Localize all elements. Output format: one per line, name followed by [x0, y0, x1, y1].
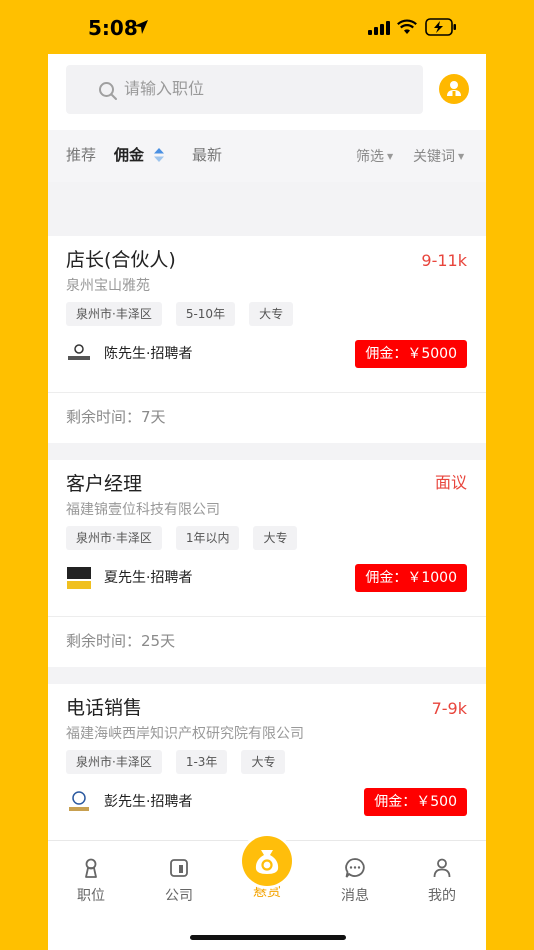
tag-experience: 5-10年: [175, 302, 236, 326]
company-name: 福建锦壹位科技有限公司: [66, 502, 220, 518]
caret-down-icon: ▼: [458, 152, 465, 161]
tab-commission[interactable]: 佣金: [114, 145, 144, 165]
job-title: 客户经理: [66, 473, 143, 495]
status-bar: 5:08: [0, 0, 534, 54]
job-title: 店长(合伙人): [66, 249, 176, 271]
avatar[interactable]: [439, 74, 469, 104]
tag-list: 泉州市·丰泽区 5-10年 大专: [66, 302, 307, 326]
remaining-time: 剩余时间：7天: [66, 408, 166, 426]
person-badge-icon: [85, 858, 97, 878]
tag-education: 大专: [249, 302, 294, 326]
sort-icon[interactable]: [153, 147, 165, 163]
commission-badge: 佣金：￥5000: [355, 340, 467, 368]
tab-latest[interactable]: 最新: [192, 145, 222, 165]
battery-charging-icon: [425, 18, 456, 36]
tab-label: 消息: [341, 888, 369, 904]
home-indicator: [190, 935, 346, 940]
app-content: 请输入职位 推荐 佣金 最新 筛选 ▼ 关键词 ▼ 店长(合伙人) 9-11k 泉州…: [48, 54, 486, 950]
header: 请输入职位: [48, 54, 486, 130]
tag-location: 泉州市·丰泽区: [66, 302, 162, 326]
job-card[interactable]: 客户经理 面议 福建锦壹位科技有限公司 泉州市·丰泽区 1年以内 大专 夏先生·…: [48, 460, 486, 616]
remaining-time: 剩余时间：25天: [66, 632, 176, 650]
user-group-icon: [447, 81, 461, 96]
tag-location: 泉州市·丰泽区: [66, 526, 162, 550]
company-name: 泉州宝山雅苑: [66, 278, 150, 294]
commission-badge: 佣金：￥500: [364, 788, 467, 816]
tab-label: 职位: [77, 888, 105, 904]
company-logo: [67, 567, 91, 589]
company-logo: [69, 791, 89, 811]
job-card[interactable]: 电话销售 7-9k 福建海峡西岸知识产权研究院有限公司 泉州市·丰泽区 1-3年…: [48, 684, 486, 840]
tag-education: 大专: [241, 750, 286, 774]
job-title: 电话销售: [66, 697, 143, 719]
filter-dropdown[interactable]: 筛选 ▼: [356, 147, 393, 167]
recruiter-name: 陈先生·招聘者: [104, 346, 193, 362]
remaining-time-row: 剩余时间：7天: [48, 392, 486, 443]
signal-icon: [368, 21, 390, 35]
tab-jobs[interactable]: 职位: [61, 857, 121, 905]
status-time: 5:08: [88, 16, 138, 40]
tab-company[interactable]: 公司: [149, 857, 209, 905]
keyword-dropdown-label: 关键词: [413, 149, 455, 165]
keyword-dropdown[interactable]: 关键词 ▼: [413, 147, 464, 167]
company-icon: [170, 859, 188, 877]
tab-label: 我的: [428, 888, 456, 904]
recruiter-name: 夏先生·招聘者: [104, 570, 193, 586]
tag-education: 大专: [253, 526, 298, 550]
reward-button[interactable]: [242, 836, 292, 886]
tag-experience: 1-3年: [175, 750, 228, 774]
wifi-icon: [397, 19, 417, 34]
company-logo: [68, 344, 90, 360]
person-icon: [433, 858, 451, 878]
location-arrow-icon: [134, 20, 148, 34]
tag-list: 泉州市·丰泽区 1年以内 大专: [66, 526, 311, 550]
job-card[interactable]: 店长(合伙人) 9-11k 泉州宝山雅苑 泉州市·丰泽区 5-10年 大专 陈先…: [48, 236, 486, 392]
tab-recommend[interactable]: 推荐: [66, 145, 96, 165]
recruiter-name: 彭先生·招聘者: [104, 794, 193, 810]
tag-experience: 1年以内: [175, 526, 240, 550]
salary: 面议: [434, 473, 467, 492]
salary: 7-9k: [431, 699, 467, 718]
chat-bubble-icon: [345, 858, 365, 878]
filter-bar: 推荐 佣金 最新 筛选 ▼ 关键词 ▼: [48, 130, 486, 182]
tab-messages[interactable]: 消息: [325, 857, 385, 905]
search-icon: [99, 82, 117, 100]
caret-down-icon: ▼: [387, 152, 394, 161]
tab-label: 公司: [165, 888, 193, 904]
search-input[interactable]: 请输入职位: [66, 65, 423, 114]
company-name: 福建海峡西岸知识产权研究院有限公司: [66, 726, 304, 742]
filter-dropdown-label: 筛选: [356, 149, 384, 165]
money-bag-icon: [255, 850, 279, 874]
remaining-time-row: 剩余时间：25天: [48, 616, 486, 667]
commission-badge: 佣金：￥1000: [355, 564, 467, 592]
tag-list: 泉州市·丰泽区 1-3年 大专: [66, 750, 299, 774]
salary: 9-11k: [421, 251, 467, 270]
search-placeholder: 请输入职位: [124, 79, 205, 98]
tag-location: 泉州市·丰泽区: [66, 750, 162, 774]
tab-me[interactable]: 我的: [412, 857, 472, 905]
